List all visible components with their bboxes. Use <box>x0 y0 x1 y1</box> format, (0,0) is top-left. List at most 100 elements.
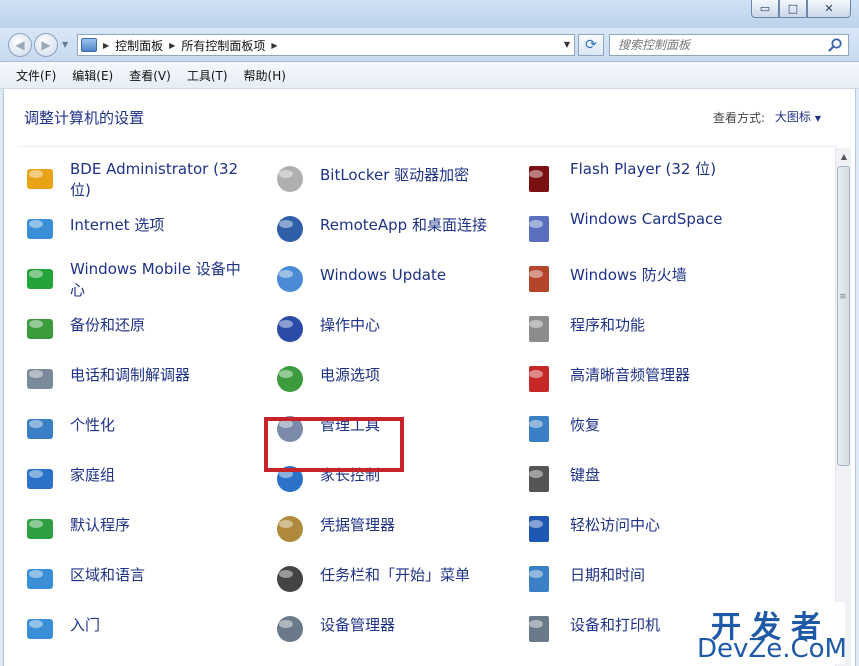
navigation-bar: ◀ ▶ ▼ ▶ 控制面板 ▶ 所有控制面板项 ▶ ▼ ⟳ <box>0 28 859 62</box>
phone-modem-icon <box>27 369 53 389</box>
menu-tools[interactable]: 工具(T) <box>179 67 236 84</box>
scroll-up-icon[interactable]: ▲ <box>836 148 852 164</box>
taskbar-start-icon <box>277 566 303 592</box>
control-panel-item-label: 个性化 <box>70 416 116 434</box>
control-panel-item[interactable]: 电话和调制解调器 <box>22 359 262 403</box>
control-panel-item-label: 恢复 <box>570 416 601 434</box>
vertical-scrollbar[interactable]: ▲ ≡ <box>835 148 851 666</box>
audio-manager-icon <box>529 366 549 392</box>
personalization-icon <box>27 419 53 439</box>
control-panel-item-label: 程序和功能 <box>570 316 646 334</box>
control-panel-item-label: 入门 <box>70 616 101 634</box>
date-time-icon <box>529 566 549 592</box>
control-panel-item-label: 设备管理器 <box>320 616 396 634</box>
menu-bar: 文件(F) 编辑(E) 查看(V) 工具(T) 帮助(H) <box>0 62 859 89</box>
minimize-button[interactable]: ▭ <box>751 0 779 18</box>
control-panel-item-label: Windows CardSpace <box>570 210 723 228</box>
control-panel-item[interactable]: 任务栏和「开始」菜单 <box>272 559 512 603</box>
control-panel-item[interactable]: 日期和时间 <box>522 559 762 603</box>
keyboard-icon <box>529 466 549 492</box>
back-button[interactable]: ◀ <box>8 33 32 57</box>
maximize-button[interactable]: □ <box>779 0 807 18</box>
homegroup-icon <box>27 469 53 489</box>
watermark: 开发者 DevZe.CoM <box>697 602 847 664</box>
forward-button[interactable]: ▶ <box>34 33 58 57</box>
control-panel-item[interactable]: 高清晰音频管理器 <box>522 359 762 403</box>
bitlocker-key-icon <box>277 166 303 192</box>
control-panel-item[interactable]: 电源选项 <box>272 359 512 403</box>
control-panel-item[interactable]: 操作中心 <box>272 309 512 353</box>
credential-manager-icon <box>277 516 303 542</box>
flash-player-icon <box>529 166 549 192</box>
control-panel-item[interactable]: 设备管理器 <box>272 609 512 653</box>
search-input[interactable] <box>610 35 820 55</box>
ease-of-access-icon <box>529 516 549 542</box>
address-dropdown-icon[interactable]: ▼ <box>564 40 570 49</box>
menu-help[interactable]: 帮助(H) <box>236 67 294 84</box>
refresh-icon: ⟳ <box>585 37 597 53</box>
breadcrumb-all-items[interactable]: 所有控制面板项 <box>181 37 265 54</box>
recovery-icon <box>529 416 549 442</box>
control-panel-item-label: 日期和时间 <box>570 566 646 584</box>
action-center-flag-icon <box>277 316 303 342</box>
search-icon[interactable] <box>827 37 843 53</box>
breadcrumb-separator-icon[interactable]: ▶ <box>169 41 175 50</box>
control-panel-item-label: 键盘 <box>570 466 601 484</box>
getting-started-icon <box>27 619 53 639</box>
control-panel-item[interactable]: Flash Player (32 位) <box>522 159 762 203</box>
control-panel-item[interactable]: Windows Mobile 设备中心 <box>22 259 262 303</box>
minimize-icon: ▭ <box>759 2 771 15</box>
control-panel-item[interactable]: 默认程序 <box>22 509 262 553</box>
breadcrumb-separator-icon[interactable]: ▶ <box>271 41 277 50</box>
control-panel-item[interactable]: Windows CardSpace <box>522 209 762 253</box>
scroll-thumb[interactable] <box>837 166 850 466</box>
control-panel-item[interactable]: BDE Administrator (32 位) <box>22 159 262 203</box>
control-panel-item-label: 电源选项 <box>320 366 381 384</box>
maximize-icon: □ <box>787 2 799 15</box>
control-panel-item-label: BDE Administrator (32 位) <box>70 160 239 199</box>
menu-edit[interactable]: 编辑(E) <box>64 67 121 84</box>
address-bar[interactable]: ▶ 控制面板 ▶ 所有控制面板项 ▶ ▼ <box>77 34 575 56</box>
menu-view[interactable]: 查看(V) <box>121 67 179 84</box>
control-panel-item[interactable]: 入门 <box>22 609 262 653</box>
default-programs-icon <box>27 519 53 539</box>
programs-features-icon <box>529 316 549 342</box>
control-panel-item[interactable]: BitLocker 驱动器加密 <box>272 159 512 203</box>
control-panel-item[interactable]: Internet 选项 <box>22 209 262 253</box>
control-panel-item-label: 区域和语言 <box>70 566 146 584</box>
control-panel-item-label: 高清晰音频管理器 <box>570 366 691 384</box>
control-panel-item[interactable]: 程序和功能 <box>522 309 762 353</box>
internet-options-icon <box>27 219 53 239</box>
control-panel-item[interactable]: 个性化 <box>22 409 262 453</box>
region-language-icon <box>27 569 53 589</box>
control-panel-item[interactable]: RemoteApp 和桌面连接 <box>272 209 512 253</box>
control-panel-item-label: 设备和打印机 <box>570 616 661 634</box>
breadcrumb-separator-icon[interactable]: ▶ <box>103 41 109 50</box>
close-button[interactable]: ✕ <box>807 0 851 18</box>
view-by-dropdown[interactable]: 大图标 ▼ <box>775 108 821 125</box>
control-panel-item-label: 家庭组 <box>70 466 116 484</box>
control-panel-item-label: 任务栏和「开始」菜单 <box>320 566 471 584</box>
control-panel-item[interactable]: 恢复 <box>522 409 762 453</box>
breadcrumb-control-panel[interactable]: 控制面板 <box>115 37 163 54</box>
control-panel-item[interactable]: 家庭组 <box>22 459 262 503</box>
control-panel-item[interactable]: Windows 防火墙 <box>522 259 762 303</box>
control-panel-item[interactable]: 凭据管理器 <box>272 509 512 553</box>
refresh-button[interactable]: ⟳ <box>578 34 604 56</box>
cardspace-icon <box>529 216 549 242</box>
control-panel-item[interactable]: 键盘 <box>522 459 762 503</box>
control-panel-item[interactable]: 轻松访问中心 <box>522 509 762 553</box>
control-panel-item[interactable]: Windows Update <box>272 259 512 303</box>
control-panel-item[interactable]: 备份和还原 <box>22 309 262 353</box>
control-panel-item-label: 操作中心 <box>320 316 381 334</box>
menu-file[interactable]: 文件(F) <box>8 67 64 84</box>
control-panel-item-label: 默认程序 <box>70 516 131 534</box>
control-panel-item-label: RemoteApp 和桌面连接 <box>320 216 487 234</box>
control-panel-icon <box>81 38 97 52</box>
scroll-grip-icon: ≡ <box>839 292 847 302</box>
recent-pages-dropdown-icon[interactable]: ▼ <box>62 40 68 49</box>
control-panel-item[interactable]: 区域和语言 <box>22 559 262 603</box>
search-box[interactable] <box>609 34 849 56</box>
close-icon: ✕ <box>824 2 834 15</box>
forward-arrow-icon: ▶ <box>41 38 51 52</box>
